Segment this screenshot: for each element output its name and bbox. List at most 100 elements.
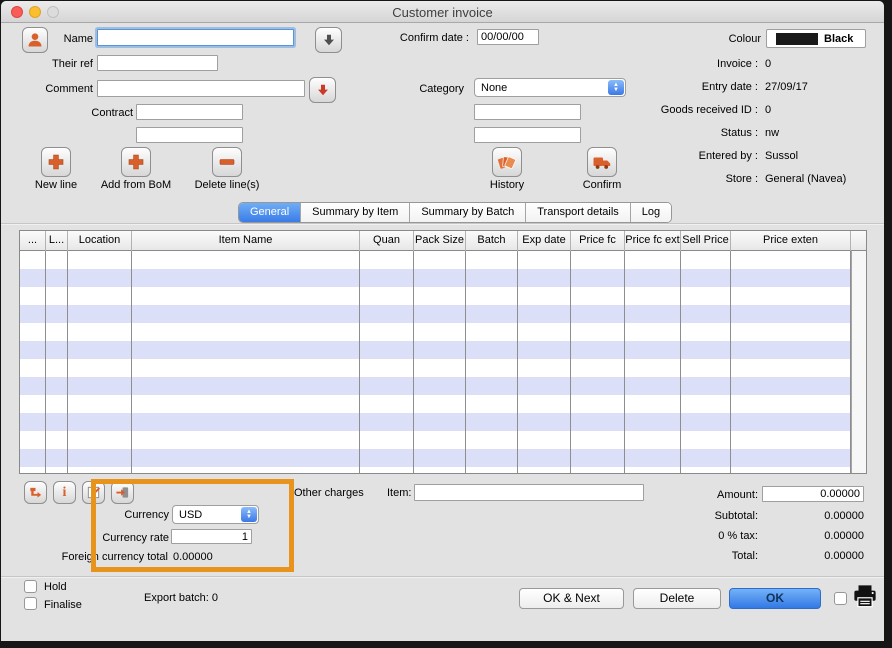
- delete-button[interactable]: Delete: [633, 588, 721, 609]
- table-cell: [414, 305, 466, 323]
- title-bar[interactable]: Customer invoice: [1, 1, 884, 23]
- delete-lines-button[interactable]: [212, 147, 242, 177]
- their-ref-input[interactable]: [97, 55, 218, 71]
- table-cell: [466, 287, 518, 305]
- table-cell: [518, 431, 571, 449]
- finalise-checkbox[interactable]: [24, 597, 37, 610]
- column-header-5[interactable]: Pack Size: [414, 231, 466, 251]
- their-ref-label: Their ref: [31, 58, 93, 70]
- ok-button[interactable]: OK: [729, 588, 821, 609]
- table-cell: [571, 359, 625, 377]
- tab-log[interactable]: Log: [631, 203, 671, 222]
- table-cell: [625, 467, 681, 473]
- table-cell: [466, 359, 518, 377]
- column-header-1[interactable]: L...: [46, 231, 68, 251]
- foreign-currency-total-label: Foreign currency total: [43, 551, 168, 563]
- ok-next-button[interactable]: OK & Next: [519, 588, 624, 609]
- comment-expand-button[interactable]: [309, 77, 336, 103]
- table-cell: [518, 449, 571, 467]
- column-header-7[interactable]: Exp date: [518, 231, 571, 251]
- history-button[interactable]: [492, 147, 522, 177]
- table-cell: [571, 269, 625, 287]
- edit-note-button[interactable]: [82, 481, 105, 504]
- currency-rate-input[interactable]: [171, 529, 252, 544]
- comment-input[interactable]: [97, 80, 305, 97]
- tab-summary-by-item[interactable]: Summary by Item: [301, 203, 410, 222]
- table-row[interactable]: [20, 341, 853, 359]
- table-row[interactable]: [20, 431, 853, 449]
- column-header-3[interactable]: Item Name: [132, 231, 360, 251]
- colour-button[interactable]: Black: [766, 29, 866, 48]
- table-cell: [132, 359, 360, 377]
- table-row[interactable]: [20, 251, 853, 269]
- table-row[interactable]: [20, 467, 853, 473]
- name-input[interactable]: [97, 29, 294, 46]
- column-header-10[interactable]: Sell Price: [681, 231, 731, 251]
- column-header-6[interactable]: Batch: [466, 231, 518, 251]
- table-cell: [681, 449, 731, 467]
- tab-transport-details[interactable]: Transport details: [526, 203, 631, 222]
- truck-icon: [592, 152, 612, 172]
- table-cell: [20, 323, 46, 341]
- name-lookup-button[interactable]: [315, 27, 342, 53]
- table-cell: [132, 269, 360, 287]
- table-row[interactable]: [20, 359, 853, 377]
- line-info-button[interactable]: i: [53, 481, 76, 504]
- table-row[interactable]: [20, 413, 853, 431]
- table-cell: [414, 467, 466, 473]
- column-header-8[interactable]: Price fc: [571, 231, 625, 251]
- table-row[interactable]: [20, 323, 853, 341]
- table-cell: [681, 431, 731, 449]
- table-cell: [132, 413, 360, 431]
- red-down-arrow-icon: [315, 82, 331, 98]
- goods-received-id-label: Goods received ID :: [598, 104, 758, 116]
- confirm-date-input[interactable]: [477, 29, 539, 45]
- table-cell: [68, 467, 132, 473]
- contract-input-2[interactable]: [136, 127, 243, 143]
- printer-icon[interactable]: [852, 584, 878, 613]
- table-row[interactable]: [20, 269, 853, 287]
- hold-checkbox[interactable]: [24, 580, 37, 593]
- amount-input[interactable]: [762, 486, 864, 502]
- table-cell: [571, 287, 625, 305]
- currency-label: Currency: [109, 509, 169, 521]
- table-row[interactable]: [20, 449, 853, 467]
- confirm-button[interactable]: [587, 147, 617, 177]
- table-cell: [360, 413, 414, 431]
- table-row[interactable]: [20, 305, 853, 323]
- table-cell: [360, 431, 414, 449]
- print-checkbox[interactable]: [834, 592, 847, 605]
- table-cell: [518, 323, 571, 341]
- vertical-scrollbar[interactable]: [851, 251, 866, 473]
- table-cell: [68, 287, 132, 305]
- table-cell: [46, 269, 68, 287]
- table-cell: [681, 413, 731, 431]
- column-header-11[interactable]: Price exten: [731, 231, 851, 251]
- table-cell: [360, 467, 414, 473]
- table-row[interactable]: [20, 287, 853, 305]
- category-extra-input-1[interactable]: [474, 104, 581, 120]
- currency-select[interactable]: USD ▲▼: [172, 505, 259, 524]
- table-row[interactable]: [20, 377, 853, 395]
- table-cell: [518, 269, 571, 287]
- table-cell: [20, 305, 46, 323]
- table-cell: [132, 431, 360, 449]
- import-button[interactable]: [111, 481, 134, 504]
- other-charges-item-input[interactable]: [414, 484, 644, 501]
- table-row[interactable]: [20, 395, 853, 413]
- column-header-2[interactable]: Location: [68, 231, 132, 251]
- hold-label: Hold: [44, 581, 67, 593]
- table-cell: [731, 359, 851, 377]
- column-header-9[interactable]: Price fc ext: [625, 231, 681, 251]
- add-from-bom-button[interactable]: [121, 147, 151, 177]
- tab-general[interactable]: General: [239, 203, 301, 222]
- tab-summary-by-batch[interactable]: Summary by Batch: [410, 203, 526, 222]
- category-extra-input-2[interactable]: [474, 127, 581, 143]
- column-header-4[interactable]: Quan: [360, 231, 414, 251]
- contract-input[interactable]: [136, 104, 243, 120]
- table-cell: [414, 341, 466, 359]
- reallocate-button[interactable]: [24, 481, 47, 504]
- tax-value: 0.00000: [764, 530, 864, 542]
- new-line-button[interactable]: [41, 147, 71, 177]
- column-header-0[interactable]: ...: [20, 231, 46, 251]
